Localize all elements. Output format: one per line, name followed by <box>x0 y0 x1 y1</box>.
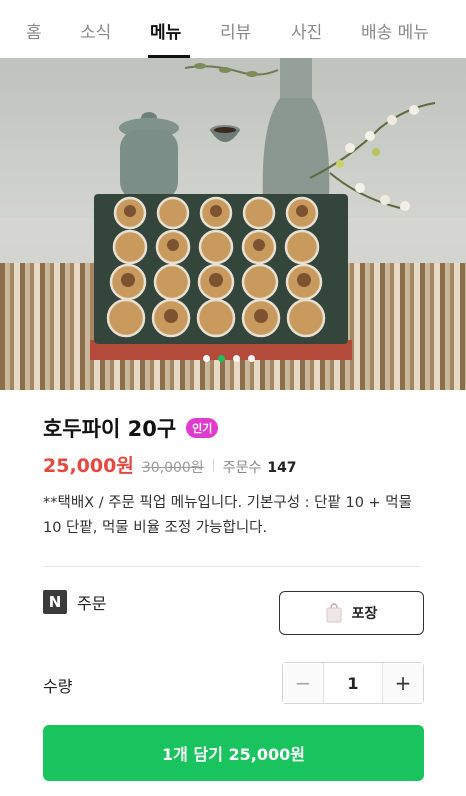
takeout-label: 포장 <box>351 606 378 622</box>
walnut-pie-box <box>90 194 352 360</box>
tab-delivery-menu[interactable]: 배송 메뉴 <box>361 18 429 43</box>
add-to-cart-label: 1개 담기 25,000원 <box>162 745 305 764</box>
tea-cup <box>210 125 240 142</box>
takeout-button[interactable]: 포장 <box>279 591 424 635</box>
quantity-stepper[interactable]: − 1 + <box>282 662 424 704</box>
carousel-dot[interactable] <box>203 355 210 362</box>
carousel-dot-active[interactable] <box>218 355 225 362</box>
sale-price: 25,000원 <box>43 455 134 477</box>
tab-menu[interactable]: 메뉴 <box>150 18 181 43</box>
add-to-cart-button[interactable]: 1개 담기 25,000원 <box>43 725 424 781</box>
quantity-label: 수량 <box>43 677 73 696</box>
shopping-bag-icon <box>326 603 342 623</box>
section-divider <box>43 566 421 567</box>
top-tab-bar: 홈 소식 메뉴 리뷰 사진 배송 메뉴 <box>0 0 466 58</box>
tab-photos[interactable]: 사진 <box>291 18 322 43</box>
order-label: 주문 <box>77 594 107 613</box>
order-method-row: N 주문 <box>43 590 106 614</box>
tab-reviews[interactable]: 리뷰 <box>220 18 251 43</box>
carousel-dot[interactable] <box>248 355 255 362</box>
price-row: 25,000원 30,000원 주문수 147 <box>43 451 297 478</box>
product-photo[interactable] <box>0 58 466 390</box>
decrease-quantity-button[interactable]: − <box>283 663 323 703</box>
popular-badge: 인기 <box>186 418 219 438</box>
tab-home[interactable]: 홈 <box>26 18 42 43</box>
tab-news[interactable]: 소식 <box>80 18 111 43</box>
product-title-row: 호두파이 20구 인기 <box>43 413 219 443</box>
product-title: 호두파이 20구 <box>43 417 177 441</box>
carousel-dots <box>203 355 255 362</box>
order-count-value: 147 <box>267 460 297 476</box>
naver-order-icon: N <box>43 590 67 614</box>
original-price: 30,000원 <box>141 460 204 476</box>
increase-quantity-button[interactable]: + <box>383 663 423 703</box>
divider <box>212 459 214 472</box>
product-card: 호두파이 20구 인기 25,000원 30,000원 주문수 147 **택배… <box>23 393 445 796</box>
product-description: **택배X / 주문 픽업 메뉴입니다. 기본구성 : 단팥 10 + 먹물 1… <box>43 495 412 536</box>
carousel-dot[interactable] <box>233 355 240 362</box>
order-count-label: 주문수 <box>222 460 262 476</box>
quantity-value[interactable]: 1 <box>323 663 383 703</box>
